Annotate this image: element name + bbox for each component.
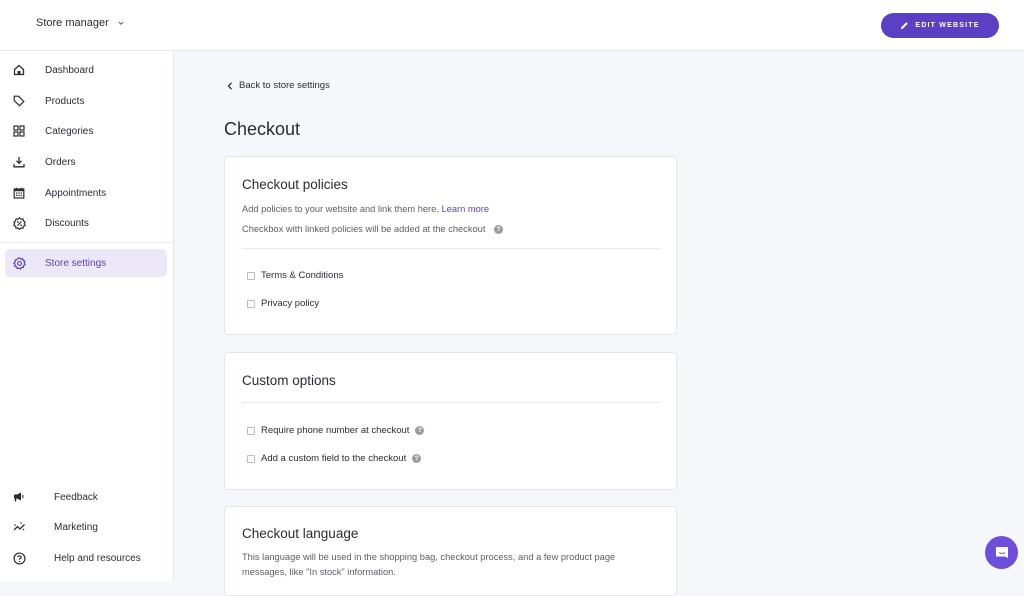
- sidebar-item-products[interactable]: Products: [5, 87, 167, 115]
- sidebar-item-marketing[interactable]: Marketing: [5, 513, 167, 541]
- help-circle-icon: [12, 551, 26, 565]
- checkout-language-card: Checkout language This language will be …: [224, 506, 677, 596]
- divider: [242, 402, 661, 403]
- gear-icon: [12, 256, 26, 270]
- pencil-icon: [901, 22, 909, 30]
- sidebar-item-label: Orders: [45, 156, 76, 168]
- tag-icon: [12, 94, 26, 108]
- sidebar-item-help[interactable]: Help and resources: [5, 544, 167, 572]
- terms-conditions-checkbox-row[interactable]: Terms & Conditions: [247, 270, 343, 281]
- sidebar-item-label: Categories: [45, 125, 94, 137]
- sidebar-item-label: Discounts: [45, 217, 89, 229]
- sidebar-item-label: Appointments: [45, 187, 107, 199]
- require-phone-checkbox[interactable]: [247, 426, 255, 435]
- divider: [242, 248, 661, 249]
- help-icon[interactable]: ?: [412, 454, 422, 463]
- main-content: Back to store settings Checkout Checkout…: [175, 51, 1024, 596]
- policies-note-text: Checkbox with linked policies will be ad…: [242, 224, 486, 234]
- home-icon: [12, 63, 26, 77]
- checkbox-label: Terms & Conditions: [261, 270, 344, 281]
- back-to-store-settings-link[interactable]: Back to store settings: [227, 80, 330, 91]
- policies-description: Add policies to your website and link th…: [242, 204, 489, 214]
- checkbox-label: Add a custom field to the checkout: [261, 453, 407, 464]
- download-tray-icon: [12, 155, 26, 169]
- custom-field-checkbox[interactable]: [247, 454, 255, 463]
- chevron-left-icon: [227, 81, 232, 90]
- custom-field-checkbox-row[interactable]: Add a custom field to the checkout ?: [247, 453, 422, 464]
- sidebar-item-dashboard[interactable]: Dashboard: [5, 56, 167, 84]
- chat-icon: [995, 546, 1008, 558]
- sidebar-item-appointments[interactable]: Appointments: [5, 179, 167, 207]
- discount-badge-icon: [12, 216, 26, 230]
- checkout-policies-card: Checkout policies Add policies to your w…: [224, 156, 677, 335]
- sidebar-item-categories[interactable]: Categories: [5, 117, 167, 145]
- sidebar-item-discounts[interactable]: Discounts: [5, 209, 167, 237]
- sidebar-item-label: Dashboard: [45, 64, 94, 76]
- store-switcher-label: Store manager: [36, 17, 109, 29]
- chat-support-button[interactable]: [985, 536, 1018, 569]
- privacy-policy-checkbox[interactable]: [247, 299, 255, 308]
- custom-options-card: Custom options Require phone number at c…: [224, 352, 677, 490]
- sidebar: Dashboard Products Categories Orders App…: [0, 51, 174, 581]
- language-description-line2: messages, like "In stock" information.: [242, 567, 396, 577]
- sidebar-item-store-settings[interactable]: Store settings: [5, 249, 167, 277]
- chevron-down-icon: [118, 21, 124, 25]
- page-title: Checkout: [224, 119, 301, 139]
- checkbox-label: Privacy policy: [261, 298, 320, 309]
- back-link-label: Back to store settings: [239, 80, 330, 91]
- help-icon[interactable]: ?: [494, 225, 504, 235]
- top-bar: Store manager EDIT WEBSITE: [0, 0, 1024, 51]
- terms-conditions-checkbox[interactable]: [247, 271, 255, 280]
- sidebar-item-label: Store settings: [45, 257, 107, 269]
- policies-note: Checkbox with linked policies will be ad…: [242, 224, 504, 235]
- calendar-icon: [12, 186, 26, 200]
- sidebar-item-feedback[interactable]: Feedback: [5, 483, 167, 511]
- learn-more-link[interactable]: Learn more: [442, 204, 490, 214]
- grid-icon: [12, 124, 26, 138]
- privacy-policy-checkbox-row[interactable]: Privacy policy: [247, 298, 319, 309]
- edit-website-label: EDIT WEBSITE: [915, 22, 980, 29]
- sidebar-item-label: Products: [45, 95, 85, 107]
- require-phone-checkbox-row[interactable]: Require phone number at checkout ?: [247, 425, 425, 436]
- help-icon[interactable]: ?: [415, 426, 425, 435]
- megaphone-icon: [12, 490, 26, 504]
- sidebar-item-label: Feedback: [54, 491, 98, 503]
- language-description-line1: This language will be used in the shoppi…: [242, 552, 616, 562]
- store-switcher[interactable]: Store manager: [36, 17, 124, 29]
- checkbox-label: Require phone number at checkout: [261, 425, 410, 436]
- card-title: Custom options: [242, 373, 336, 388]
- sidebar-item-label: Marketing: [54, 521, 98, 533]
- sidebar-item-label: Help and resources: [54, 552, 141, 564]
- card-title: Checkout language: [242, 526, 359, 541]
- edit-website-button[interactable]: EDIT WEBSITE: [881, 13, 999, 38]
- sidebar-divider: [0, 242, 173, 243]
- policies-description-text: Add policies to your website and link th…: [242, 204, 439, 214]
- sidebar-item-orders[interactable]: Orders: [5, 148, 167, 176]
- card-title: Checkout policies: [242, 177, 348, 192]
- sparkle-trend-icon: [12, 520, 26, 534]
